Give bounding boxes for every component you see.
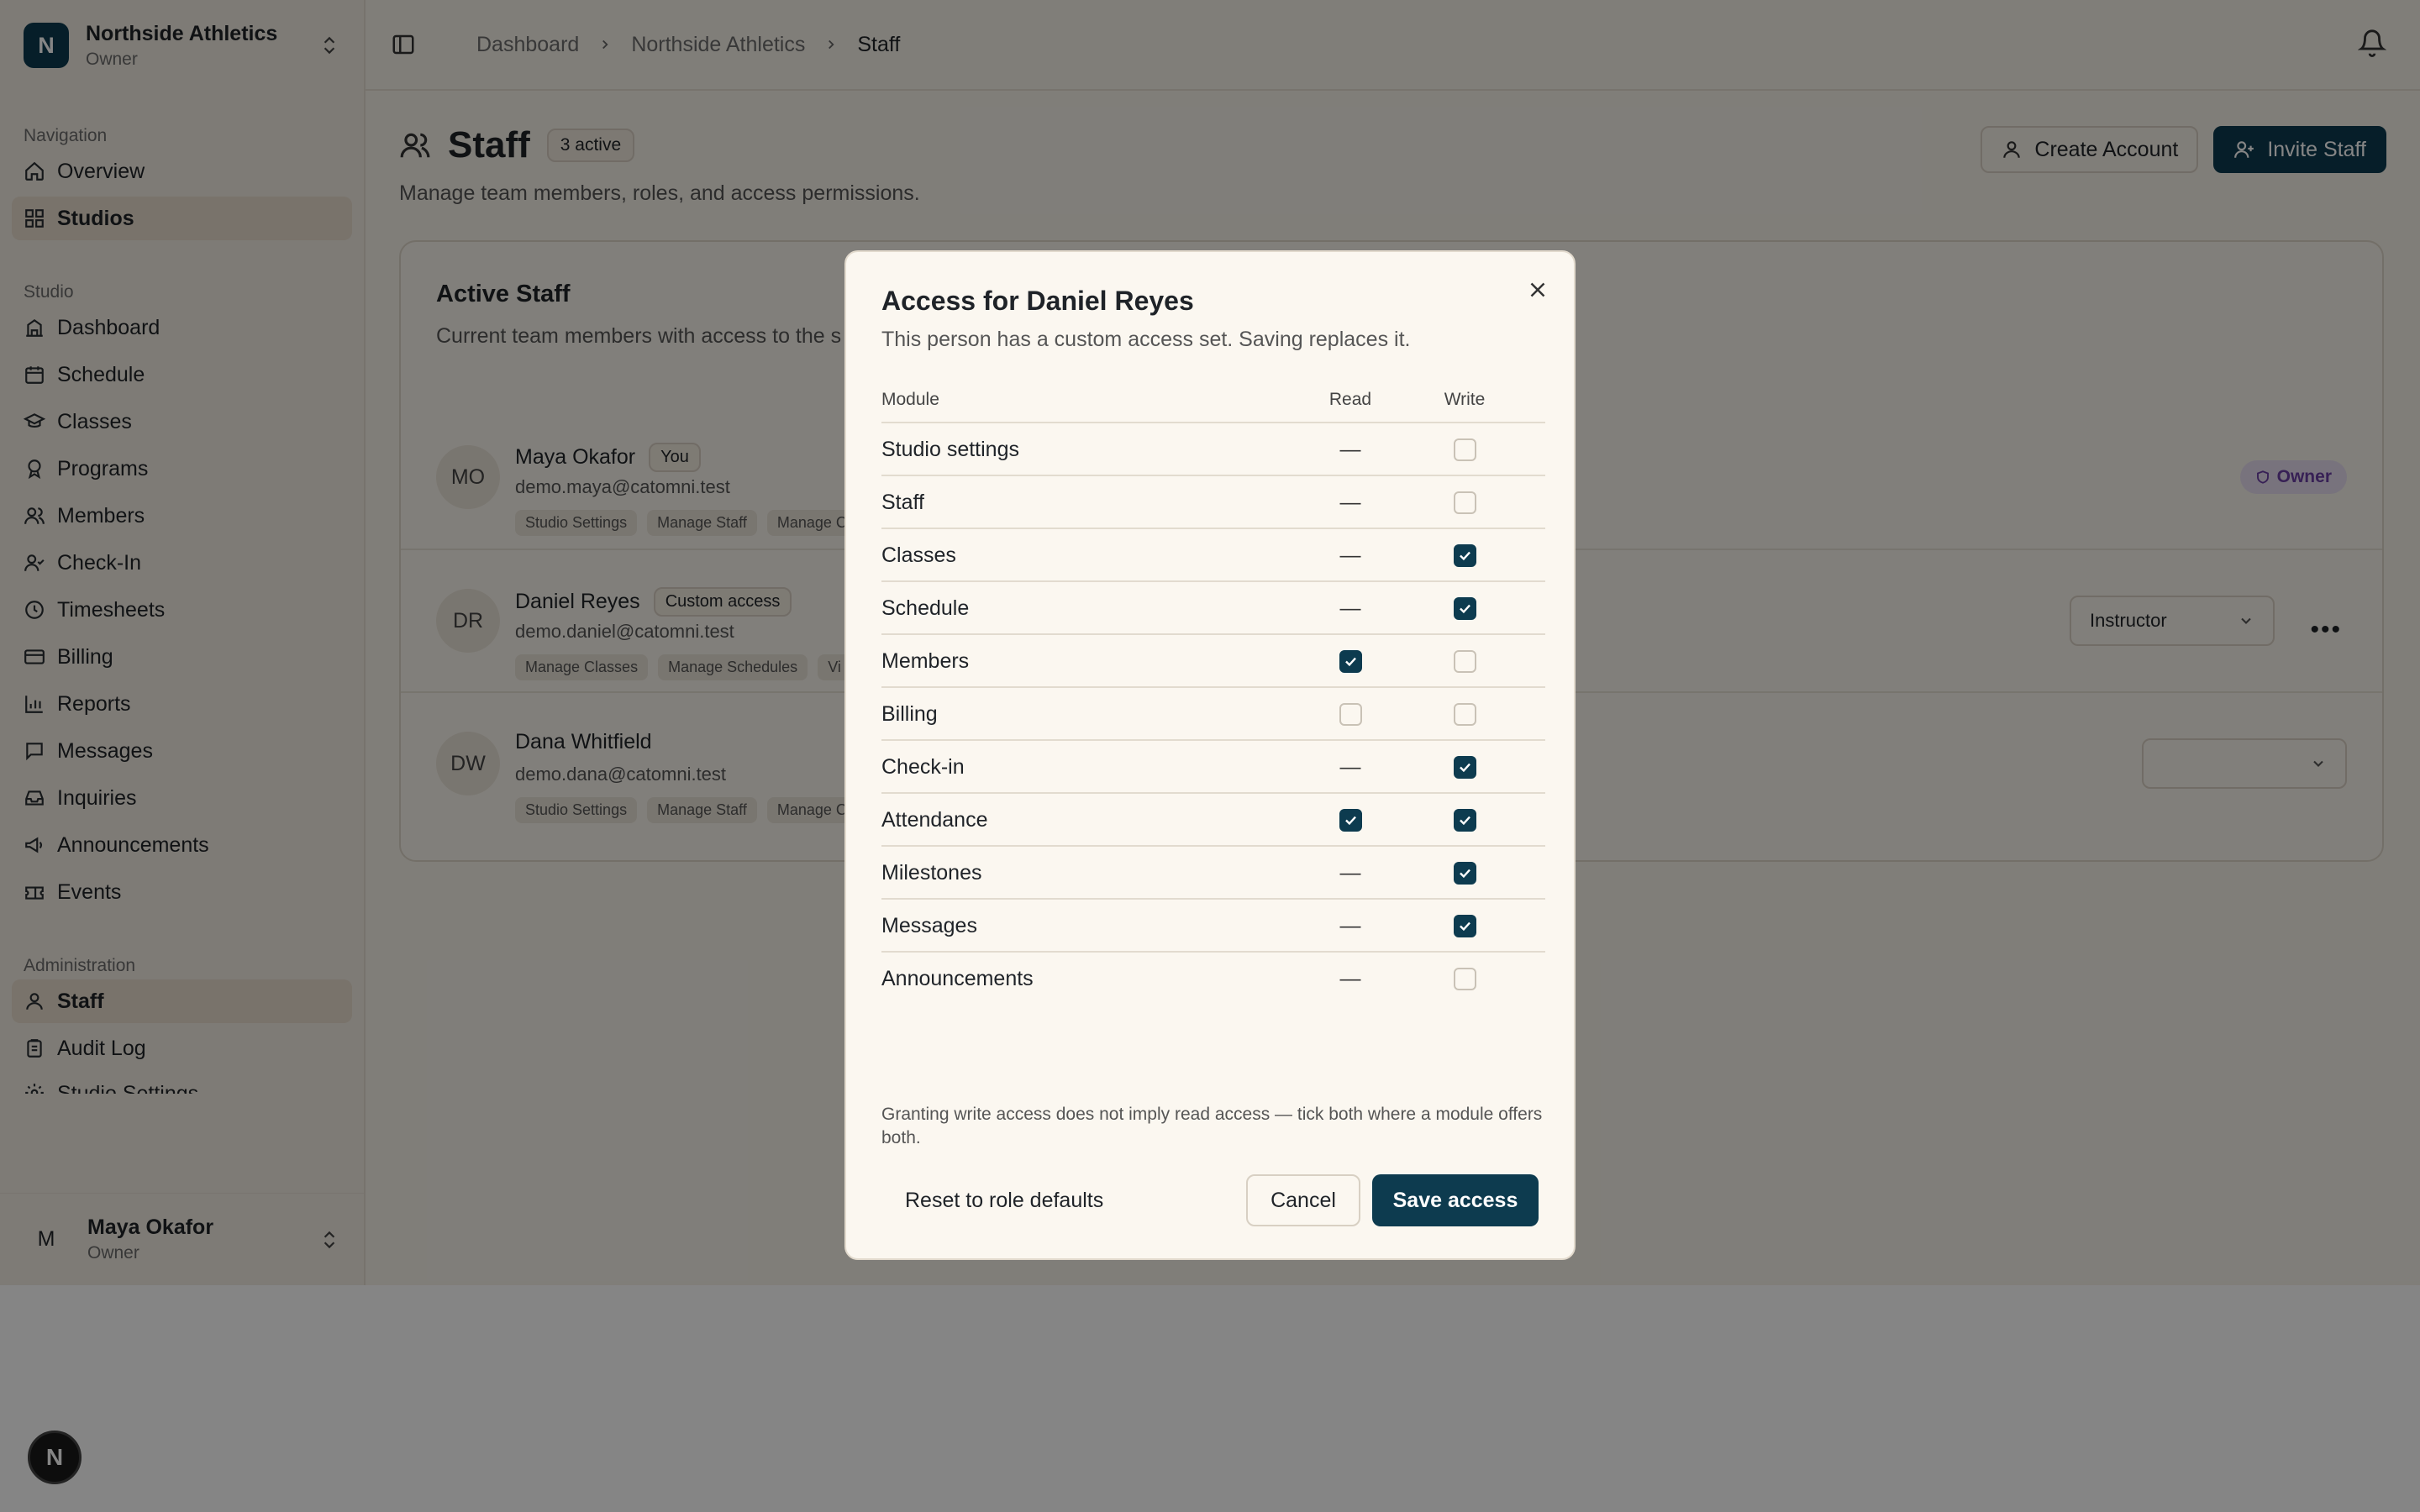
write-checkbox[interactable] [1453, 809, 1476, 832]
dialog-title: Access for Daniel Reyes [881, 286, 1194, 316]
read-permission-cell[interactable] [1325, 635, 1376, 688]
table-row: Schedule — [881, 580, 1545, 633]
not-applicable-dash: — [1339, 861, 1361, 885]
read-permission-cell: — [1325, 900, 1376, 953]
col-header-module: Module [881, 390, 939, 409]
write-permission-cell[interactable] [1439, 582, 1490, 635]
read-permission-cell[interactable] [1325, 794, 1376, 847]
write-checkbox[interactable] [1453, 597, 1476, 620]
table-row: Milestones — [881, 845, 1545, 898]
read-permission-cell: — [1325, 423, 1376, 476]
write-checkbox[interactable] [1453, 491, 1476, 514]
col-header-write: Write [1444, 390, 1486, 409]
write-permission-cell[interactable] [1439, 476, 1490, 529]
not-applicable-dash: — [1339, 967, 1361, 990]
table-row: Studio settings — [881, 422, 1545, 475]
not-applicable-dash: — [1339, 543, 1361, 567]
module-name: Schedule [881, 596, 970, 620]
table-row: Billing [881, 686, 1545, 739]
col-header-read: Read [1328, 390, 1372, 409]
write-permission-cell[interactable] [1439, 900, 1490, 953]
close-icon[interactable] [1525, 277, 1550, 302]
not-applicable-dash: — [1339, 438, 1361, 461]
table-row: Announcements — [881, 951, 1545, 1000]
read-permission-cell: — [1325, 476, 1376, 529]
write-checkbox[interactable] [1453, 438, 1476, 461]
reset-defaults-button[interactable]: Reset to role defaults [881, 1174, 1127, 1226]
not-applicable-dash: — [1339, 491, 1361, 514]
table-row: Check-in — [881, 739, 1545, 792]
write-permission-cell[interactable] [1439, 847, 1490, 900]
module-name: Milestones [881, 861, 982, 885]
write-checkbox[interactable] [1453, 650, 1476, 673]
module-name: Staff [881, 491, 924, 514]
write-permission-cell[interactable] [1439, 794, 1490, 847]
table-row: Messages — [881, 898, 1545, 951]
access-dialog: Access for Daniel Reyes This person has … [844, 250, 1576, 1260]
read-permission-cell: — [1325, 741, 1376, 794]
module-name: Announcements [881, 967, 1034, 990]
write-checkbox[interactable] [1453, 862, 1476, 885]
table-row: Members [881, 633, 1545, 686]
save-access-button[interactable]: Save access [1372, 1174, 1539, 1226]
table-row: Attendance [881, 792, 1545, 845]
write-permission-cell[interactable] [1439, 635, 1490, 688]
write-checkbox[interactable] [1453, 756, 1476, 779]
cancel-button[interactable]: Cancel [1246, 1174, 1360, 1226]
read-checkbox[interactable] [1339, 650, 1362, 673]
not-applicable-dash: — [1339, 596, 1361, 620]
not-applicable-dash: — [1339, 914, 1361, 937]
write-permission-cell[interactable] [1439, 529, 1490, 582]
write-checkbox[interactable] [1453, 544, 1476, 567]
write-permission-cell[interactable] [1439, 688, 1490, 741]
module-name: Members [881, 649, 970, 673]
module-name: Billing [881, 702, 938, 726]
read-permission-cell: — [1325, 847, 1376, 900]
read-permission-cell: — [1325, 582, 1376, 635]
write-permission-cell[interactable] [1439, 423, 1490, 476]
read-checkbox[interactable] [1339, 703, 1362, 726]
write-permission-cell[interactable] [1439, 953, 1490, 1000]
write-permission-cell[interactable] [1439, 741, 1490, 794]
dialog-description: This person has a custom access set. Sav… [881, 328, 1411, 351]
module-name: Messages [881, 914, 977, 937]
dialog-note: Granting write access does not imply rea… [881, 1105, 1543, 1147]
write-checkbox[interactable] [1453, 703, 1476, 726]
module-name: Check-in [881, 755, 965, 779]
module-name: Studio settings [881, 438, 1019, 461]
table-row: Classes — [881, 528, 1545, 580]
module-name: Classes [881, 543, 956, 567]
not-applicable-dash: — [1339, 755, 1361, 779]
read-checkbox[interactable] [1339, 809, 1362, 832]
read-permission-cell: — [1325, 529, 1376, 582]
write-checkbox[interactable] [1453, 968, 1476, 990]
read-permission-cell: — [1325, 953, 1376, 1000]
module-name: Attendance [881, 808, 988, 832]
access-table[interactable]: Module Read Write Studio settings — Staff —… [881, 378, 1545, 1000]
write-checkbox[interactable] [1453, 915, 1476, 937]
read-permission-cell[interactable] [1325, 688, 1376, 741]
table-row: Staff — [881, 475, 1545, 528]
